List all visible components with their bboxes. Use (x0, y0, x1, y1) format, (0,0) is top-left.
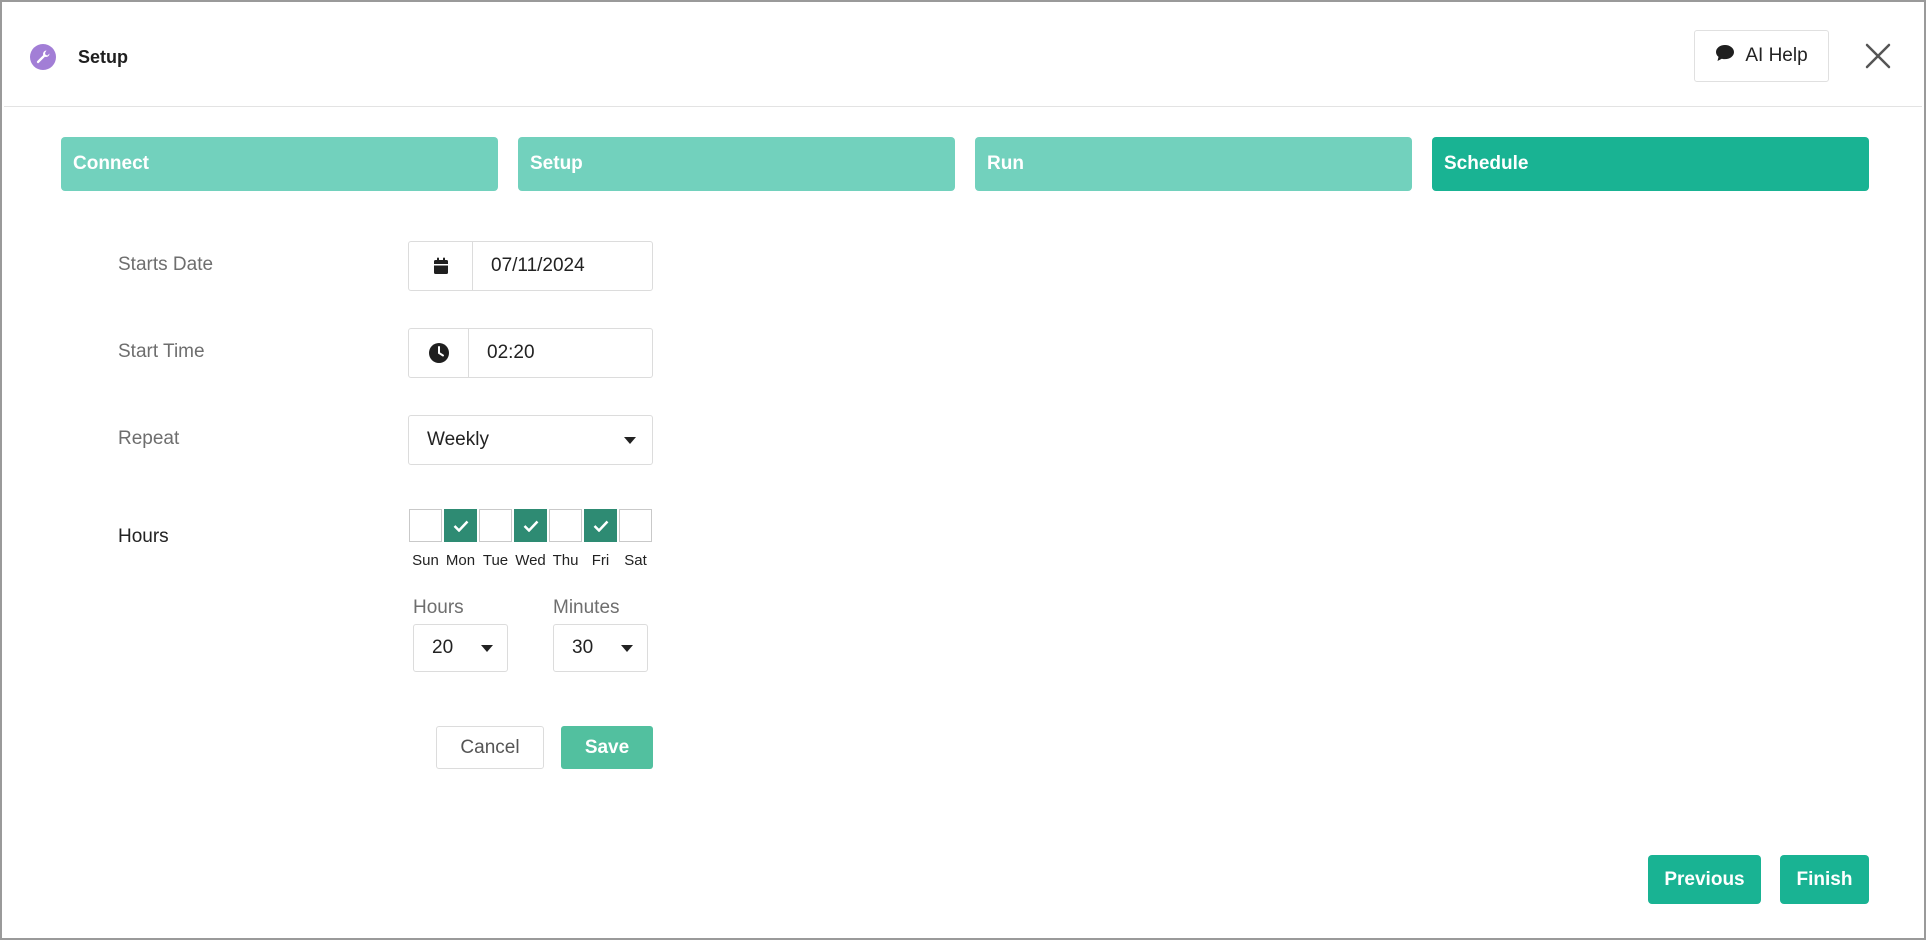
hours-select-label: Hours (413, 597, 464, 618)
start-time-input[interactable]: 02:20 (469, 329, 652, 377)
day-checkbox-group: Sun Mon Tue Wed Thu Fri Sat (408, 509, 653, 569)
save-button[interactable]: Save (561, 726, 653, 769)
step-schedule[interactable]: Schedule (1432, 137, 1869, 191)
day-thu: Thu (548, 509, 583, 569)
day-label: Tue (482, 552, 509, 569)
day-label: Mon (445, 552, 476, 569)
start-time-field[interactable]: 02:20 (408, 328, 653, 378)
close-icon[interactable] (1862, 40, 1894, 72)
start-date-label: Starts Date (118, 254, 214, 275)
day-wed: Wed (513, 509, 548, 569)
step-label: Run (987, 153, 1024, 174)
day-tue: Tue (478, 509, 513, 569)
previous-button[interactable]: Previous (1648, 855, 1761, 904)
dialog-title: Setup (78, 47, 129, 67)
hours-select[interactable]: 20 (413, 624, 508, 672)
day-checkbox[interactable] (584, 509, 617, 542)
day-checkbox[interactable] (549, 509, 582, 542)
hours-label: Hours (118, 526, 169, 547)
wrench-icon (30, 44, 56, 70)
repeat-label: Repeat (118, 428, 180, 449)
ai-help-label: AI Help (1745, 45, 1808, 66)
day-mon: Mon (443, 509, 478, 569)
step-connect[interactable]: Connect (61, 137, 498, 191)
chat-bubble-icon (1715, 44, 1735, 68)
caret-down-icon (621, 645, 633, 652)
day-checkbox[interactable] (444, 509, 477, 542)
step-run[interactable]: Run (975, 137, 1412, 191)
day-sat: Sat (618, 509, 653, 569)
day-label: Thu (552, 552, 579, 569)
day-checkbox[interactable] (619, 509, 652, 542)
start-date-field[interactable]: 07/11/2024 (408, 241, 653, 291)
day-fri: Fri (583, 509, 618, 569)
finish-button[interactable]: Finish (1780, 855, 1869, 904)
step-label: Setup (530, 153, 583, 174)
clock-icon[interactable] (409, 329, 469, 377)
cancel-button[interactable]: Cancel (436, 726, 544, 769)
ai-help-button[interactable]: AI Help (1694, 30, 1829, 82)
hours-value: 20 (432, 637, 454, 658)
day-checkbox[interactable] (479, 509, 512, 542)
day-label: Sun (412, 552, 439, 569)
step-label: Schedule (1444, 153, 1529, 174)
check-icon (593, 520, 608, 532)
check-icon (523, 520, 538, 532)
minutes-value: 30 (572, 637, 594, 658)
calendar-icon[interactable] (409, 242, 473, 290)
minutes-select[interactable]: 30 (553, 624, 648, 672)
step-setup[interactable]: Setup (518, 137, 955, 191)
setup-dialog: Setup AI Help Connect Setup Run Schedule… (0, 0, 1926, 940)
dialog-header: Setup AI Help (4, 4, 1922, 107)
repeat-value: Weekly (427, 429, 489, 450)
start-time-label: Start Time (118, 341, 205, 362)
caret-down-icon (624, 437, 636, 444)
day-label: Fri (591, 552, 610, 569)
check-icon (453, 520, 468, 532)
day-label: Wed (515, 552, 546, 569)
minutes-select-label: Minutes (553, 597, 620, 618)
day-checkbox[interactable] (514, 509, 547, 542)
step-label: Connect (73, 153, 149, 174)
day-checkbox[interactable] (409, 509, 442, 542)
caret-down-icon (481, 645, 493, 652)
repeat-select[interactable]: Weekly (408, 415, 653, 465)
start-date-input[interactable]: 07/11/2024 (473, 242, 652, 290)
day-sun: Sun (408, 509, 443, 569)
day-label: Sat (624, 552, 647, 569)
